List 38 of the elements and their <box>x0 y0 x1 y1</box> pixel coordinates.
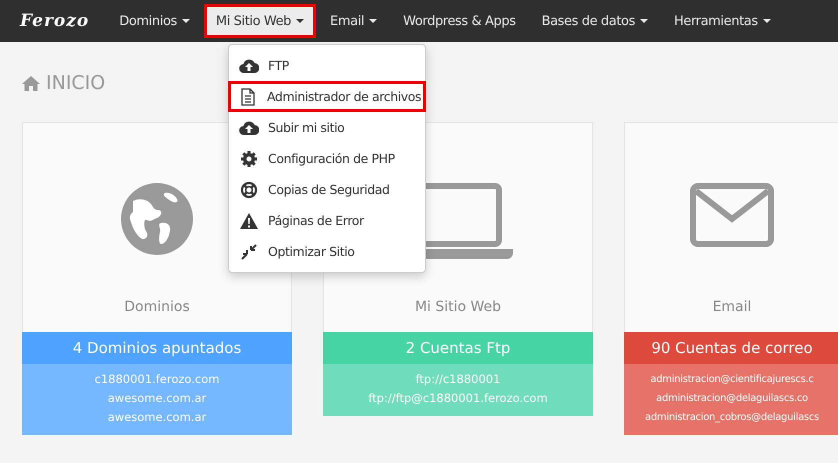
home-icon <box>22 76 40 90</box>
dropdown-item[interactable]: FTP <box>229 50 425 81</box>
detail-text: administracion@cientificajurescs.c <box>650 373 814 387</box>
dropdown-item[interactable]: Subir mi sitio <box>229 112 425 143</box>
card-label: Email <box>712 299 752 315</box>
card-header: 2 Cuentas Ftp <box>323 332 593 364</box>
cloud-upload-icon <box>239 58 259 74</box>
compress-arrows-icon <box>239 244 259 260</box>
card-label: Dominios <box>124 299 190 315</box>
cloud-upload-icon <box>239 120 259 136</box>
card-label: Mi Sitio Web <box>414 299 502 315</box>
detail-text: c1880001.ferozo.com <box>94 371 220 388</box>
warning-icon <box>239 212 259 228</box>
nav-menu-item[interactable]: Herramientas <box>662 4 783 38</box>
detail-text: awesome.com.ar <box>108 390 206 407</box>
nav-menu-item[interactable]: Bases de datos <box>530 4 660 38</box>
nav-menu-item[interactable]: Dominios <box>107 4 202 38</box>
dropdown-item[interactable]: Configuración de PHP <box>229 143 425 174</box>
dropdown-item[interactable]: Administrador de archivos <box>228 81 426 112</box>
nav-menu-item[interactable]: Email <box>318 4 390 38</box>
detail-text: ftp://ftp@c1880001.ferozo.com <box>368 390 548 407</box>
dropdown-item[interactable]: Copias de Seguridad <box>229 174 425 205</box>
nav-menu-item[interactable]: Mi Sitio Web <box>204 4 316 38</box>
envelope-icon <box>690 183 774 247</box>
dropdown-item[interactable]: Optimizar Sitio <box>229 236 425 267</box>
detail-text: administracion_cobros@delaguilascs <box>645 411 819 425</box>
dropdown-item[interactable]: Páginas de Error <box>229 205 425 236</box>
logo[interactable]: Ferozo <box>20 11 90 31</box>
gear-icon <box>239 150 259 168</box>
detail-text: ftp://c1880001 <box>416 371 500 388</box>
card-header: 4 Dominios apuntados <box>22 332 292 364</box>
lifebuoy-icon <box>239 180 259 198</box>
page-title: INICIO <box>22 70 106 96</box>
detail-text: administracion@delaguilascs.co <box>656 392 808 406</box>
card-header: 90 Cuentas de correo <box>624 332 838 364</box>
detail-text: awesome.com.ar <box>108 409 206 426</box>
nav-menu-item[interactable]: Wordpress & Apps <box>391 4 528 38</box>
globe-icon <box>121 183 193 255</box>
